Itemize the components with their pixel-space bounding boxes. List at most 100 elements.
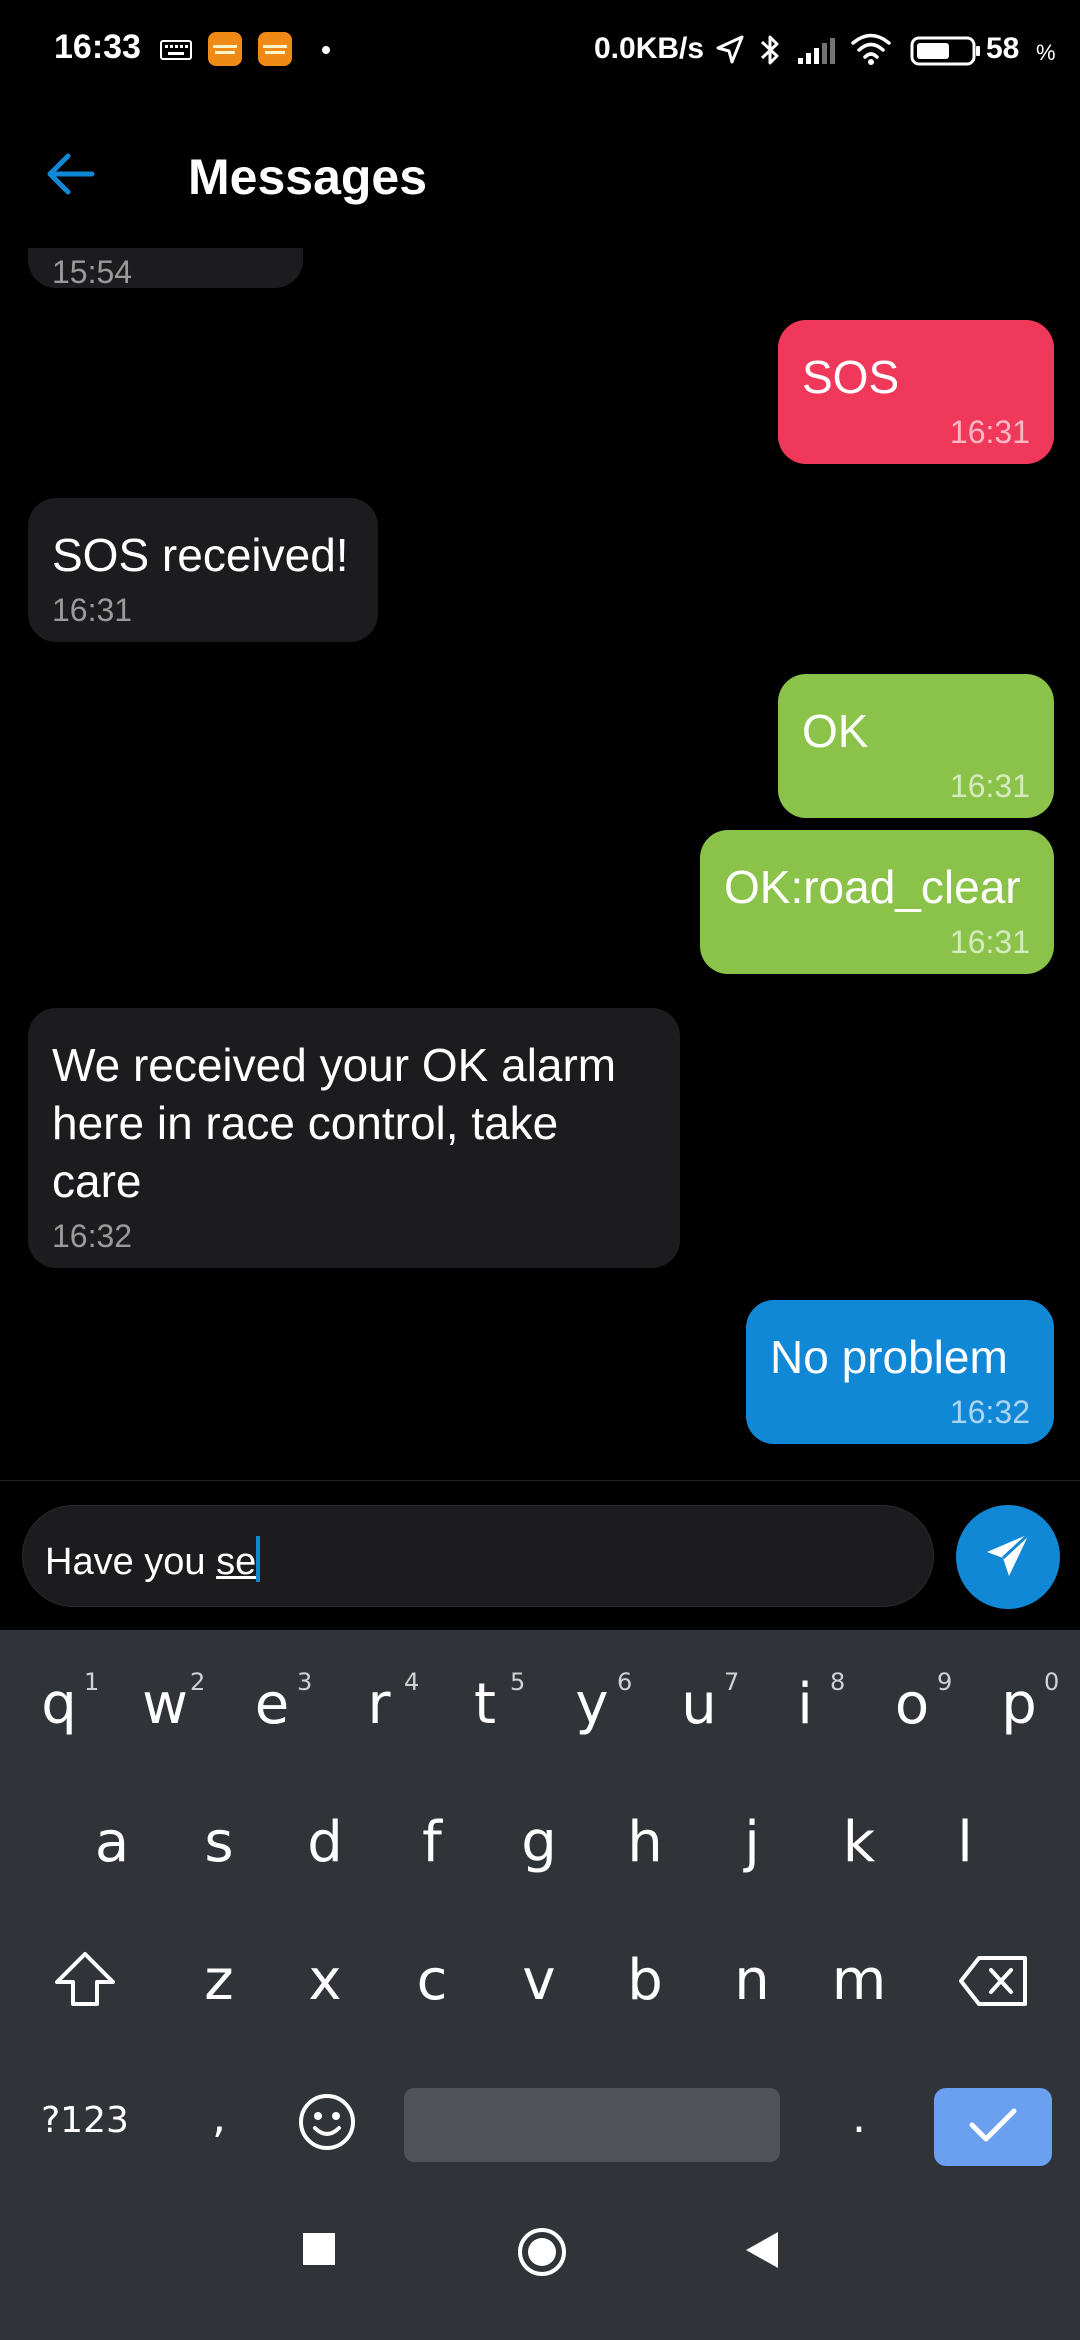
key-label: v (522, 1948, 556, 2013)
paper-plane-icon (981, 1528, 1035, 1587)
key-c[interactable]: c (393, 1948, 471, 2013)
key-i[interactable]: i8 (766, 1668, 845, 1737)
key-g[interactable]: g (500, 1810, 578, 1875)
message-text-line: We received your OK alarm (52, 1039, 617, 1091)
back-button[interactable] (30, 140, 110, 212)
key-label: x (308, 1948, 342, 2013)
message-input[interactable]: Have you se (22, 1505, 934, 1607)
dot-icon (322, 46, 330, 54)
key-w[interactable]: w2 (126, 1668, 205, 1737)
key-label: z (204, 1948, 234, 2013)
key-hint: 6 (617, 1668, 633, 1696)
wifi-icon (850, 32, 892, 71)
message-bubble-outgoing-sos[interactable]: SOS 16:31 (778, 320, 1054, 464)
message-list[interactable]: 15:54 SOS 16:31 SOS received! 16:31 OK 1… (0, 248, 1080, 1480)
period-key[interactable]: . (820, 2092, 898, 2143)
key-t[interactable]: t5 (446, 1668, 525, 1737)
message-time: 16:31 (949, 768, 1030, 804)
app-notification-icon (258, 32, 292, 66)
enter-key[interactable] (934, 2088, 1052, 2166)
location-arrow-icon (714, 34, 746, 71)
space-key[interactable] (404, 2088, 780, 2162)
key-v[interactable]: v (500, 1948, 578, 2013)
key-label: y (575, 1672, 609, 1737)
key-d[interactable]: d (286, 1810, 364, 1875)
key-s[interactable]: s (180, 1810, 258, 1875)
key-hint: 7 (724, 1668, 740, 1696)
home-circle-icon[interactable] (516, 2226, 568, 2283)
symbols-key[interactable]: ?123 (30, 2100, 140, 2141)
back-triangle-icon[interactable] (744, 2230, 780, 2275)
backspace-icon (957, 1956, 1031, 2022)
key-b[interactable]: b (606, 1948, 684, 2013)
key-label: l (957, 1810, 973, 1875)
message-text-line: here in race control, take (52, 1097, 559, 1149)
key-label: e (254, 1672, 290, 1737)
message-text: OK (802, 705, 869, 757)
key-label: g (521, 1810, 557, 1875)
shift-key[interactable] (42, 1950, 128, 2022)
emoji-key[interactable] (292, 2092, 362, 2166)
app-notification-icon (208, 32, 242, 66)
message-bubble-incoming[interactable]: SOS received! 16:31 (28, 498, 378, 642)
key-y[interactable]: y6 (553, 1668, 632, 1737)
key-hint: 0 (1044, 1668, 1060, 1696)
key-label: h (627, 1810, 663, 1875)
send-button[interactable] (956, 1505, 1060, 1609)
comma-key[interactable]: , (180, 2092, 258, 2143)
key-label: q (41, 1672, 77, 1737)
key-a[interactable]: a (73, 1810, 151, 1875)
key-p[interactable]: p0 (980, 1668, 1059, 1737)
system-navigation-bar (0, 2190, 1080, 2340)
key-r[interactable]: r4 (340, 1668, 419, 1737)
key-f[interactable]: f (393, 1810, 471, 1875)
on-screen-keyboard: q1 w2 e3 r4 t5 y6 u7 i8 o9 p0 a s d f g … (0, 1630, 1080, 2190)
key-label: f (422, 1810, 442, 1875)
message-time: 16:32 (52, 1218, 133, 1254)
key-label: t (474, 1672, 496, 1737)
message-input-text: Have you se (45, 1536, 261, 1584)
key-x[interactable]: x (286, 1948, 364, 2013)
message-bubble-incoming[interactable]: We received your OK alarm here in race c… (28, 1008, 680, 1268)
key-hint: 3 (297, 1668, 313, 1696)
recents-square-icon[interactable] (302, 2232, 336, 2271)
message-text: SOS received! (52, 529, 349, 581)
key-label: w (142, 1672, 188, 1737)
backspace-key[interactable] (950, 1954, 1038, 2022)
key-label: o (894, 1672, 930, 1737)
message-bubble-outgoing-ok-road-clear[interactable]: OK:road_clear 16:31 (700, 830, 1054, 974)
key-hint: 1 (84, 1668, 100, 1696)
emoji-icon (297, 2094, 357, 2166)
key-hint: 4 (404, 1668, 420, 1696)
page-title: Messages (188, 149, 428, 205)
message-time: 16:31 (949, 924, 1030, 960)
bluetooth-icon (758, 32, 782, 73)
key-h[interactable]: h (606, 1810, 684, 1875)
key-u[interactable]: u7 (660, 1668, 739, 1737)
key-o[interactable]: o9 (873, 1668, 952, 1737)
battery-icon (910, 36, 982, 71)
key-label: , (212, 2092, 226, 2143)
key-j[interactable]: j (713, 1810, 791, 1875)
key-label: b (627, 1948, 663, 2013)
key-z[interactable]: z (180, 1948, 258, 2013)
status-bar: 16:33 0.0KB/s 58 % (0, 0, 1080, 104)
key-n[interactable]: n (713, 1948, 791, 2013)
key-label: . (852, 2092, 866, 2143)
key-l[interactable]: l (926, 1810, 1004, 1875)
key-label: p (1001, 1672, 1037, 1737)
key-q[interactable]: q1 (20, 1668, 99, 1737)
key-label: n (734, 1948, 770, 2013)
key-hint: 2 (190, 1668, 206, 1696)
key-hint: 5 (510, 1668, 526, 1696)
message-bubble-outgoing-ok[interactable]: OK 16:31 (778, 674, 1054, 818)
key-e[interactable]: e3 (233, 1668, 313, 1737)
message-bubble-incoming[interactable]: 15:54 (28, 248, 303, 290)
shift-icon (51, 1952, 119, 2022)
key-label: i (797, 1672, 813, 1737)
key-m[interactable]: m (820, 1948, 898, 2013)
message-bubble-outgoing[interactable]: No problem 16:32 (746, 1300, 1054, 1444)
key-k[interactable]: k (820, 1810, 898, 1875)
key-label: s (204, 1810, 234, 1875)
key-label: d (307, 1810, 343, 1875)
